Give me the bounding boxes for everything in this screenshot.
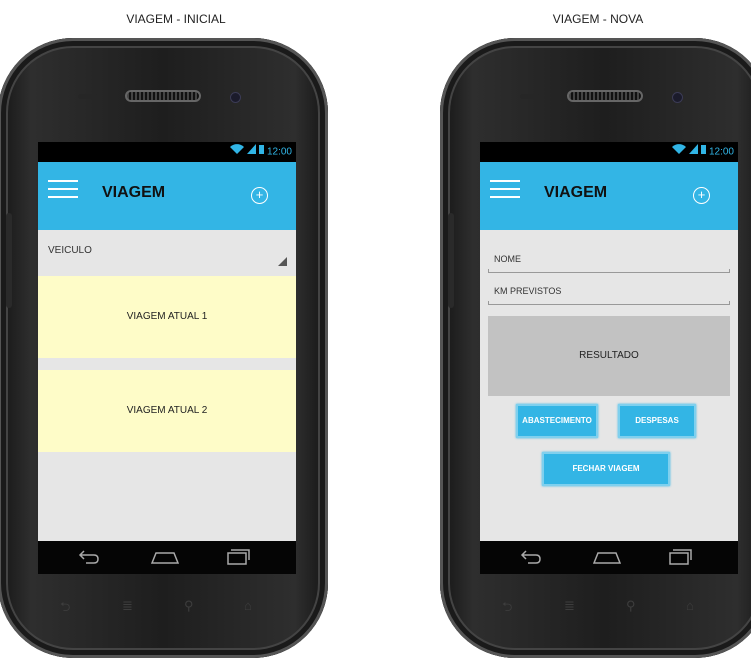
km-field-placeholder: KM PREVISTOS [494,286,562,296]
wifi-icon [671,142,686,162]
hw-home-icon: ⌂ [244,598,252,613]
hw-menu-icon: ≣ [122,598,133,613]
battery-icon [258,142,264,162]
wifi-icon [229,142,244,162]
trip-card-2[interactable]: VIAGEM ATUAL 2 [38,370,296,452]
hw-search-icon: ⚲ [184,598,194,613]
hardware-keys: ⮌ ≣ ⚲ ⌂ [60,598,310,620]
hw-back-icon: ⮌ [502,599,513,614]
volume-button [6,213,12,308]
signal-icon [688,142,698,162]
phone-left: 12:00 VIAGEM + VEICULO VIAGEM ATUAL 1 VI… [0,38,328,658]
name-field[interactable]: NOME [488,244,730,276]
back-icon[interactable] [78,549,100,568]
hw-home-icon: ⌂ [686,598,694,613]
status-time: 12:00 [708,146,734,158]
speaker [567,90,643,102]
hw-search-icon: ⚲ [626,598,636,613]
trip-card-1[interactable]: VIAGEM ATUAL 1 [38,276,296,358]
camera [672,92,683,103]
camera [230,92,241,103]
back-icon[interactable] [520,549,542,568]
km-field[interactable]: KM PREVISTOS [488,276,730,308]
name-field-placeholder: NOME [494,254,521,264]
result-box: RESULTADO [488,316,730,396]
status-bar: 12:00 [480,142,738,162]
screen-nova: 12:00 VIAGEM + NOME KM PREVISTOS RESULTA… [480,142,738,574]
spinner-arrow-icon [278,257,287,266]
menu-icon[interactable] [48,180,78,204]
sensor [78,94,98,99]
menu-icon[interactable] [490,180,520,204]
screen-inicial: 12:00 VIAGEM + VEICULO VIAGEM ATUAL 1 VI… [38,142,296,574]
add-circle-icon[interactable]: + [251,187,268,204]
hw-menu-icon: ≣ [564,598,575,613]
vehicle-spinner-label: VEICULO [48,245,92,256]
nav-bar [480,541,738,574]
caption-right: VIAGEM - NOVA [552,12,644,26]
action-bar: VIAGEM + [38,162,296,230]
speaker [125,90,201,102]
recent-apps-icon[interactable] [668,549,692,568]
despesas-button[interactable]: DESPESAS [618,404,696,438]
volume-button [448,213,454,308]
status-bar: 12:00 [38,142,296,162]
hardware-keys: ⮌ ≣ ⚲ ⌂ [502,598,751,620]
fechar-viagem-button[interactable]: FECHAR VIAGEM [542,452,670,486]
phone-right: 12:00 VIAGEM + NOME KM PREVISTOS RESULTA… [440,38,751,658]
screen-title: VIAGEM [102,184,166,201]
hw-back-icon: ⮌ [60,599,71,614]
battery-icon [700,142,706,162]
vehicle-spinner[interactable]: VEICULO [38,230,296,276]
home-icon[interactable] [592,549,622,568]
sensor [520,94,540,99]
nav-bar [38,541,296,574]
signal-icon [246,142,256,162]
home-icon[interactable] [150,549,180,568]
caption-left: VIAGEM - INICIAL [126,12,226,26]
abastecimento-button[interactable]: ABASTECIMENTO [516,404,598,438]
screen-title: VIAGEM [544,184,608,201]
action-bar: VIAGEM + [480,162,738,230]
status-time: 12:00 [266,146,292,158]
recent-apps-icon[interactable] [226,549,250,568]
add-circle-icon[interactable]: + [693,187,710,204]
